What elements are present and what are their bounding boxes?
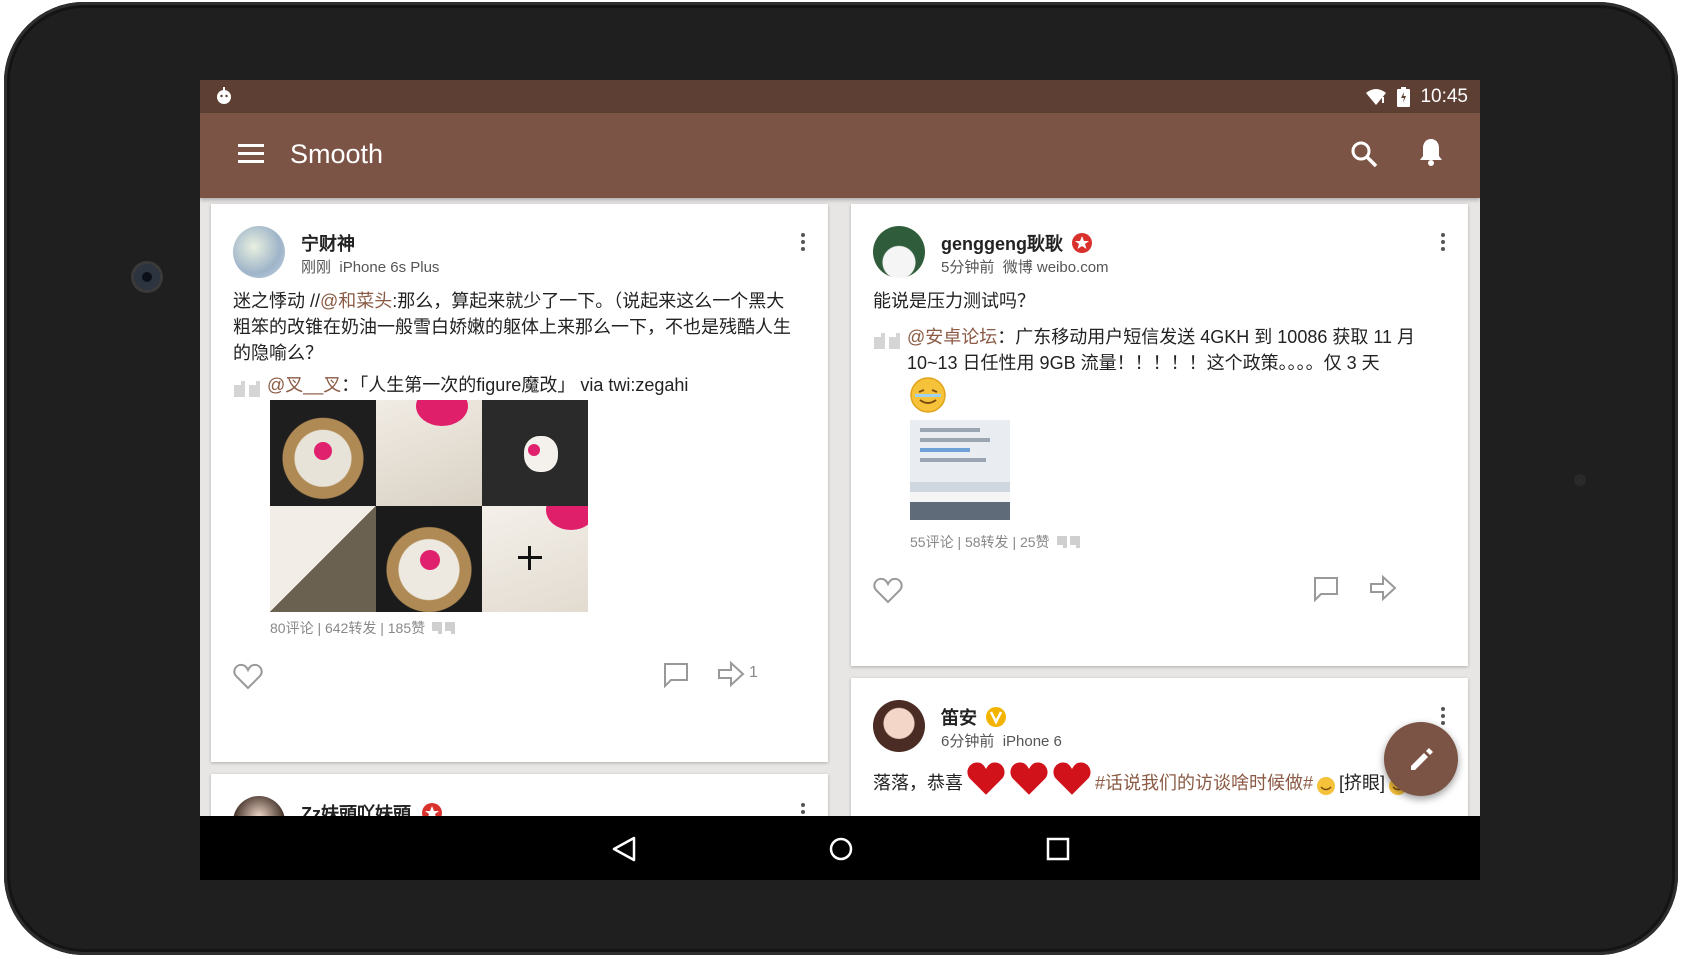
back-icon[interactable]	[612, 836, 636, 862]
hashtag-link[interactable]: #话说我们的访谈啥时候做#	[1095, 770, 1313, 796]
post-meta: 5分钟前 微博 weibo.com	[941, 256, 1109, 277]
verified-gold-icon	[986, 707, 1006, 727]
share-count: 1	[749, 664, 758, 681]
status-bar: 10:45	[200, 80, 1480, 113]
recents-icon[interactable]	[1046, 837, 1070, 861]
comment-icon[interactable]	[663, 662, 689, 688]
repost-text: @叉__叉：「人生第一次的figure魔改」 via twi:zegahi	[267, 372, 807, 398]
image-thumbnail[interactable]	[270, 506, 376, 612]
username[interactable]: 宁财神	[301, 230, 355, 256]
navigation-bar	[200, 816, 1480, 880]
repost-mention[interactable]: @安卓论坛	[907, 327, 997, 347]
image-thumbnail[interactable]	[482, 400, 588, 506]
heart-emoji-icon	[1053, 762, 1091, 795]
share-icon[interactable]	[717, 660, 745, 688]
sweat-emoji-icon	[910, 377, 946, 413]
username-text[interactable]: Zz妹頭吖妹頭	[301, 800, 411, 816]
home-icon[interactable]	[828, 836, 854, 862]
app-toolbar: Smooth	[200, 113, 1480, 198]
repost-mention[interactable]: @叉__叉	[267, 375, 341, 395]
avatar[interactable]	[873, 700, 925, 752]
heart-emoji-icon	[1010, 762, 1048, 795]
feed: 宁财神 刚刚 iPhone 6s Plus 迷之悸动 //@和菜头:那么，算起来…	[200, 198, 1480, 816]
username[interactable]: Zz妹頭吖妹頭	[301, 800, 443, 816]
battery-icon	[1397, 86, 1411, 107]
comment-icon[interactable]	[1313, 576, 1339, 602]
post-card[interactable]: Zz妹頭吖妹頭	[211, 774, 828, 816]
light-sensor	[1574, 474, 1586, 486]
menu-icon[interactable]	[238, 143, 264, 163]
repost-stats: 55评论 | 58转发 | 25赞	[910, 532, 1082, 552]
more-icon[interactable]	[1431, 230, 1455, 254]
mention-link[interactable]: @和菜头	[320, 291, 392, 311]
android-debug-icon	[217, 87, 231, 104]
screen: 10:45 Smooth 宁财神 刚刚 iPhone 6s Plus 迷之悸动 …	[200, 80, 1480, 880]
wifi-icon	[1366, 88, 1387, 105]
post-source: iPhone 6s Plus	[339, 259, 440, 276]
front-camera	[134, 264, 160, 290]
repost-text: @安卓论坛：广东移动用户短信发送 4GKH 到 10086 获取 11 月 10…	[907, 324, 1447, 376]
stats-text: 80评论 | 642转发 | 185赞	[270, 620, 426, 636]
post-time: 5分钟前	[941, 259, 995, 276]
avatar[interactable]	[873, 226, 925, 278]
verified-red-icon	[1072, 233, 1092, 253]
text-prefix: 落落，恭喜	[873, 773, 963, 793]
post-card[interactable]: 宁财神 刚刚 iPhone 6s Plus 迷之悸动 //@和菜头:那么，算起来…	[211, 204, 828, 762]
quote-icon	[432, 622, 456, 634]
app-title: Smooth	[290, 139, 384, 169]
quote-icon	[874, 333, 900, 349]
compose-button[interactable]	[1384, 722, 1458, 796]
post-source: iPhone 6	[1002, 733, 1062, 750]
text-line3: 的隐喻么？	[233, 343, 323, 363]
avatar[interactable]	[233, 226, 285, 278]
more-icon[interactable]	[791, 800, 815, 816]
post-text: 迷之悸动 //@和菜头:那么，算起来就少了一下。（说起来这么一个黑大 粗笨的改锥…	[233, 288, 813, 366]
bell-icon[interactable]	[1418, 137, 1444, 167]
image-thumbnail[interactable]	[910, 420, 1010, 520]
text-suffix: [挤眼]	[1339, 773, 1386, 793]
share-icon[interactable]	[1369, 574, 1397, 602]
text-line1: :那么，算起来就少了一下。（说起来这么一个黑大	[392, 291, 785, 311]
text-line2: 粗笨的改锥在奶油一般雪白娇嫩的躯体上来那么一下，不也是残酷人生	[233, 317, 791, 337]
post-card[interactable]: 笛安 6分钟前 iPhone 6 落落，恭喜 #话说我们的访谈啥时候做# [挤眼…	[851, 678, 1468, 816]
repost-body: ：「人生第一次的figure魔改」 via twi:zegahi	[341, 375, 689, 395]
repost-stats: 80评论 | 642转发 | 185赞	[270, 618, 457, 638]
smile-emoji-icon	[1317, 777, 1336, 795]
verified-red-icon	[422, 803, 442, 816]
like-icon[interactable]	[873, 576, 903, 604]
username[interactable]: genggeng耿耿	[941, 230, 1093, 256]
clock: 10:45	[1420, 85, 1468, 107]
quote-icon	[1056, 536, 1080, 548]
username-text[interactable]: 笛安	[941, 704, 977, 730]
post-meta: 刚刚 iPhone 6s Plus	[301, 256, 439, 277]
search-icon[interactable]	[1350, 140, 1378, 168]
image-thumbnail[interactable]	[376, 400, 482, 506]
text-prefix: 迷之悸动 //	[233, 291, 321, 311]
quote-icon	[234, 381, 260, 397]
post-time: 6分钟前	[941, 733, 995, 750]
username[interactable]: 笛安	[941, 704, 1007, 730]
post-text: 落落，恭喜 #话说我们的访谈啥时候做# [挤眼]	[873, 760, 1453, 796]
post-source: 微博 weibo.com	[1002, 259, 1109, 276]
image-thumbnail[interactable]	[270, 400, 376, 506]
post-card[interactable]: genggeng耿耿 5分钟前 微博 weibo.com 能说是压力测试吗？ @…	[851, 204, 1468, 666]
post-meta: 6分钟前 iPhone 6	[941, 730, 1062, 751]
avatar[interactable]	[233, 796, 285, 816]
image-thumbnail[interactable]	[482, 506, 588, 612]
more-icon[interactable]	[791, 230, 815, 254]
username-text[interactable]: genggeng耿耿	[941, 230, 1063, 256]
post-time: 刚刚	[301, 259, 332, 276]
repost-line1: ：广东移动用户短信发送 4GKH 到 10086 获取 11 月	[997, 327, 1416, 347]
stats-text: 55评论 | 58转发 | 25赞	[910, 534, 1050, 550]
like-icon[interactable]	[233, 662, 263, 690]
repost-line2: 10~13 日任性用 9GB 流量！！！！！这个政策。。。。仅 3 天	[907, 353, 1380, 373]
post-text: 能说是压力测试吗？	[873, 291, 1035, 311]
heart-emoji-icon	[967, 762, 1005, 795]
image-thumbnail[interactable]	[376, 506, 482, 612]
edit-icon	[1411, 748, 1433, 770]
